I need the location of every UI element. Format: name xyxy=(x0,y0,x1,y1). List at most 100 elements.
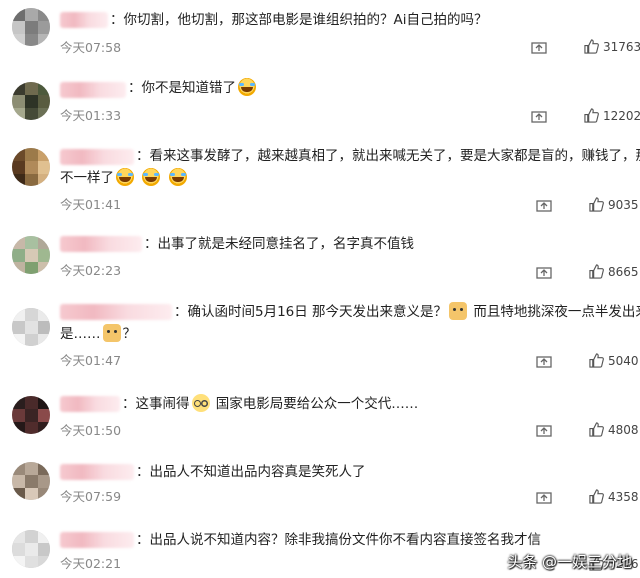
comment-text: ：出事了就是未经同意挂名了，名字真不值钱 xyxy=(144,236,414,252)
avatar-pixel xyxy=(25,422,38,434)
avatar-pixel xyxy=(25,108,38,120)
comment-text: ：出品人说不知道内容？除非我搞份文件你不看内容直接签名我才信 xyxy=(136,532,541,548)
avatar-pixel xyxy=(38,556,50,568)
avatar-pixel xyxy=(12,8,25,21)
comment-text: ：确认函时间5月16日 那今天发出来意义是？ 而且特地挑深夜一点半发出来又 xyxy=(174,302,640,320)
avatar[interactable] xyxy=(12,8,50,46)
comment-time: 今天01:41 xyxy=(60,197,122,212)
avatar[interactable] xyxy=(12,396,50,434)
avatar[interactable] xyxy=(12,462,50,500)
share-icon[interactable] xyxy=(531,109,547,123)
avatar-pixel xyxy=(12,308,25,321)
avatar-pixel xyxy=(25,409,38,422)
username[interactable] xyxy=(60,304,172,320)
avatar-pixel xyxy=(25,249,38,262)
share-icon[interactable] xyxy=(536,423,552,437)
thumbs-up-icon[interactable] xyxy=(589,422,604,437)
avatar-pixel xyxy=(38,396,50,409)
username[interactable] xyxy=(60,82,126,98)
avatar-pixel xyxy=(12,82,25,95)
comment-text: ：你切割，他切割，那这部电影是谁组织拍的？Ai自己拍的吗？ xyxy=(110,12,488,28)
avatar-pixel xyxy=(25,21,38,34)
avatar-pixel xyxy=(25,95,38,108)
like-count: 4808 xyxy=(608,423,639,437)
avatar-pixel xyxy=(38,82,50,95)
avatar-pixel xyxy=(12,161,25,174)
avatar-pixel xyxy=(12,236,25,249)
glasses-emoji xyxy=(191,394,210,412)
avatar-pixel xyxy=(12,462,25,475)
laugh-cry-emoji xyxy=(168,168,187,186)
avatar-pixel xyxy=(25,334,38,346)
thumbs-up-icon[interactable] xyxy=(584,108,599,123)
avatar-pixel xyxy=(12,262,25,274)
comment-time: 今天07:59 xyxy=(60,489,122,504)
laugh-cry-emoji xyxy=(142,168,161,186)
thumbs-up-icon[interactable] xyxy=(584,39,599,54)
avatar-pixel xyxy=(12,475,25,488)
avatar[interactable] xyxy=(12,308,50,346)
avatar[interactable] xyxy=(12,148,50,186)
like-count: 9035 xyxy=(608,198,639,212)
comment-text-line2: 不一样了 xyxy=(60,166,622,190)
avatar-pixel xyxy=(25,556,38,568)
avatar-pixel xyxy=(25,236,38,249)
username[interactable] xyxy=(60,396,120,412)
avatar-pixel xyxy=(25,308,38,321)
avatar-pixel xyxy=(38,236,50,249)
thumbs-up-icon[interactable] xyxy=(589,264,604,279)
doge-emoji xyxy=(102,324,121,342)
avatar-pixel xyxy=(25,488,38,500)
avatar-pixel xyxy=(25,82,38,95)
avatar[interactable] xyxy=(12,82,50,120)
avatar-pixel xyxy=(38,475,50,488)
thumbs-up-icon[interactable] xyxy=(589,197,604,212)
avatar-pixel xyxy=(38,409,50,422)
share-icon[interactable] xyxy=(536,265,552,279)
share-icon[interactable] xyxy=(536,354,552,368)
avatar-pixel xyxy=(12,556,25,568)
share-icon[interactable] xyxy=(536,490,552,504)
avatar-pixel xyxy=(38,8,50,21)
avatar-pixel xyxy=(38,21,50,34)
avatar-pixel xyxy=(12,396,25,409)
comment-time: 今天07:58 xyxy=(60,40,122,55)
watermark: 头条 @一娱三分地 xyxy=(507,553,632,571)
avatar-pixel xyxy=(12,34,25,46)
comment-time: 今天01:33 xyxy=(60,108,122,123)
avatar-pixel xyxy=(38,308,50,321)
username[interactable] xyxy=(60,149,134,165)
share-icon[interactable] xyxy=(536,198,552,212)
avatar-pixel xyxy=(12,321,25,334)
avatar-pixel xyxy=(38,462,50,475)
avatar-pixel xyxy=(38,174,50,186)
avatar-pixel xyxy=(25,148,38,161)
avatar-pixel xyxy=(25,161,38,174)
laugh-cry-emoji xyxy=(116,168,134,186)
avatar-pixel xyxy=(38,95,50,108)
avatar-pixel xyxy=(38,488,50,500)
avatar-pixel xyxy=(12,95,25,108)
username[interactable] xyxy=(60,464,134,480)
avatar-pixel xyxy=(38,530,50,543)
share-icon[interactable] xyxy=(531,40,547,54)
thumbs-up-icon[interactable] xyxy=(589,489,604,504)
avatar-pixel xyxy=(12,108,25,120)
laugh-cry-emoji xyxy=(238,78,256,96)
username[interactable] xyxy=(60,236,142,252)
avatar[interactable] xyxy=(12,236,50,274)
avatar[interactable] xyxy=(12,530,50,568)
comment-time: 今天01:47 xyxy=(60,353,122,368)
doge-emoji xyxy=(449,302,468,320)
avatar-pixel xyxy=(12,409,25,422)
comment-text: ：看来这事发酵了，越来越真相了，就出来喊无关了，要是大家都是盲的，赚钱了，那肯定 xyxy=(136,148,640,164)
username[interactable] xyxy=(60,532,134,548)
comment-text-line2: 是……？ xyxy=(60,324,136,342)
avatar-pixel xyxy=(12,488,25,500)
avatar-pixel xyxy=(12,530,25,543)
avatar-pixel xyxy=(25,396,38,409)
avatar-pixel xyxy=(38,321,50,334)
avatar-pixel xyxy=(12,21,25,34)
username[interactable] xyxy=(60,12,108,28)
thumbs-up-icon[interactable] xyxy=(589,353,604,368)
